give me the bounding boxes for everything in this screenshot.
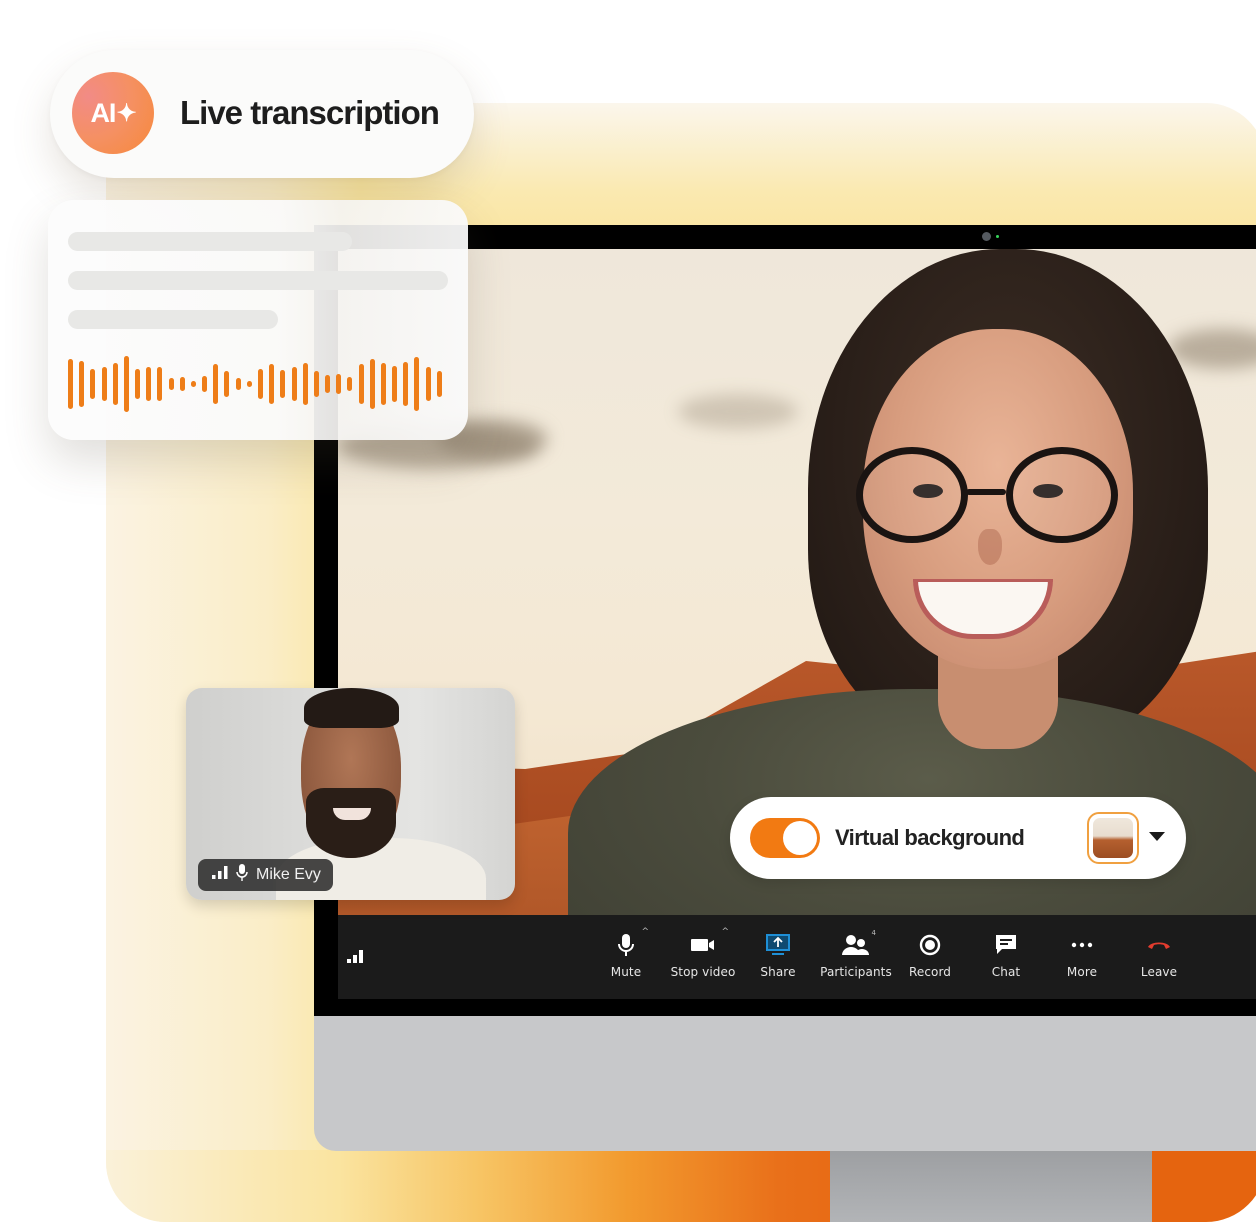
signal-bars-icon (212, 866, 228, 884)
participant-name: Mike Evy (256, 866, 321, 883)
webcam-icon (982, 232, 991, 241)
waveform-bar (403, 361, 409, 407)
waveform-bar (101, 367, 107, 401)
transcription-card (48, 200, 468, 440)
leave-button[interactable]: Leave (1114, 933, 1204, 979)
waveform-bar (202, 376, 208, 392)
participant-name-tag: Mike Evy (198, 859, 333, 891)
live-transcription-pill: AI ✦ Live transcription (50, 50, 474, 178)
share-button[interactable]: Share (733, 933, 823, 979)
waveform-bar (135, 368, 141, 400)
webcam-led-indicator (996, 235, 999, 238)
waveform-bar (425, 367, 431, 401)
waveform-bar (336, 374, 342, 394)
mute-label: Mute (610, 965, 642, 979)
hang-up-icon (1147, 933, 1171, 957)
waveform-bar (380, 363, 386, 405)
more-dots-icon (1071, 933, 1093, 957)
glasses-bridge (966, 489, 1006, 495)
waveform-bar (392, 365, 398, 403)
waveform-bar (258, 368, 263, 400)
glasses-lens (1006, 447, 1118, 543)
leave-label: Leave (1140, 965, 1178, 979)
monitor-stand (830, 1150, 1152, 1222)
record-label: Record (908, 965, 952, 979)
stop-video-label: Stop video (670, 965, 736, 979)
participant-beard (306, 788, 396, 858)
microphone-icon (236, 864, 248, 886)
cloud (678, 394, 798, 429)
signal-bars-icon[interactable] (347, 949, 365, 968)
share-screen-icon (766, 933, 790, 957)
participant-video-thumbnail[interactable]: Mike Evy (186, 688, 515, 900)
waveform-bar (190, 380, 196, 388)
waveform-bar (358, 364, 364, 404)
waveform-bar (414, 357, 420, 411)
waveform-bar (146, 367, 152, 401)
ai-badge: AI ✦ (72, 72, 154, 154)
audio-waveform (68, 356, 448, 412)
waveform-bar (224, 370, 230, 398)
video-camera-icon: ^ (691, 927, 729, 957)
chat-icon (994, 933, 1018, 957)
waveform-bar (347, 377, 353, 391)
participant-hair (304, 688, 399, 728)
nose (978, 529, 1002, 565)
transcript-placeholder-line (68, 271, 448, 290)
waveform-bar (168, 377, 174, 391)
participant-smile (333, 808, 371, 820)
virtual-background-label: Virtual background (835, 825, 1025, 850)
mute-options-caret-icon[interactable]: ^ (641, 927, 649, 937)
microphone-icon: ^ (617, 927, 649, 957)
participant-count-badge: 4 (871, 929, 876, 937)
participants-icon: 4 (842, 929, 876, 957)
share-label: Share (760, 965, 796, 979)
meeting-toolbar: ^ Mute ^ Stop video Share 4 Participants… (338, 915, 1256, 999)
transcript-placeholder-line (68, 310, 278, 329)
waveform-bar (213, 364, 219, 404)
waveform-bar (68, 358, 73, 410)
waveform-bar (179, 376, 185, 392)
waveform-bar (123, 356, 129, 412)
transcript-placeholder-line (68, 232, 352, 251)
waveform-bar (246, 380, 252, 388)
waveform-bar (280, 370, 286, 398)
more-label: More (1066, 965, 1098, 979)
background-preview-thumbnail[interactable] (1087, 812, 1139, 864)
waveform-bar (157, 367, 163, 401)
sparkle-icon: ✦ (116, 99, 136, 127)
waveform-bar (291, 366, 297, 402)
chat-label: Chat (991, 965, 1021, 979)
waveform-bar (302, 363, 308, 405)
cloud (1168, 329, 1256, 369)
record-icon (919, 933, 941, 957)
waveform-bar (90, 368, 96, 400)
waveform-bar (313, 371, 319, 397)
waveform-bar (369, 358, 375, 410)
waveform-bar (235, 377, 241, 391)
toggle-knob (783, 821, 817, 855)
waveform-bar (79, 361, 85, 407)
waveform-bar (325, 375, 331, 393)
video-options-caret-icon[interactable]: ^ (721, 927, 729, 937)
ai-badge-text: AI (90, 97, 116, 128)
waveform-bar (112, 363, 118, 405)
waveform-bar (269, 364, 275, 404)
live-transcription-title: Live transcription (180, 94, 440, 131)
desert-background-image (1093, 818, 1133, 858)
caret-down-icon[interactable] (1149, 832, 1165, 841)
participants-label: Participants (820, 965, 892, 979)
virtual-background-toggle[interactable] (750, 818, 820, 858)
glasses-lens (856, 447, 968, 543)
virtual-background-control: Virtual background (730, 797, 1186, 879)
monitor-chin (314, 1015, 1256, 1151)
waveform-bar (436, 371, 442, 397)
